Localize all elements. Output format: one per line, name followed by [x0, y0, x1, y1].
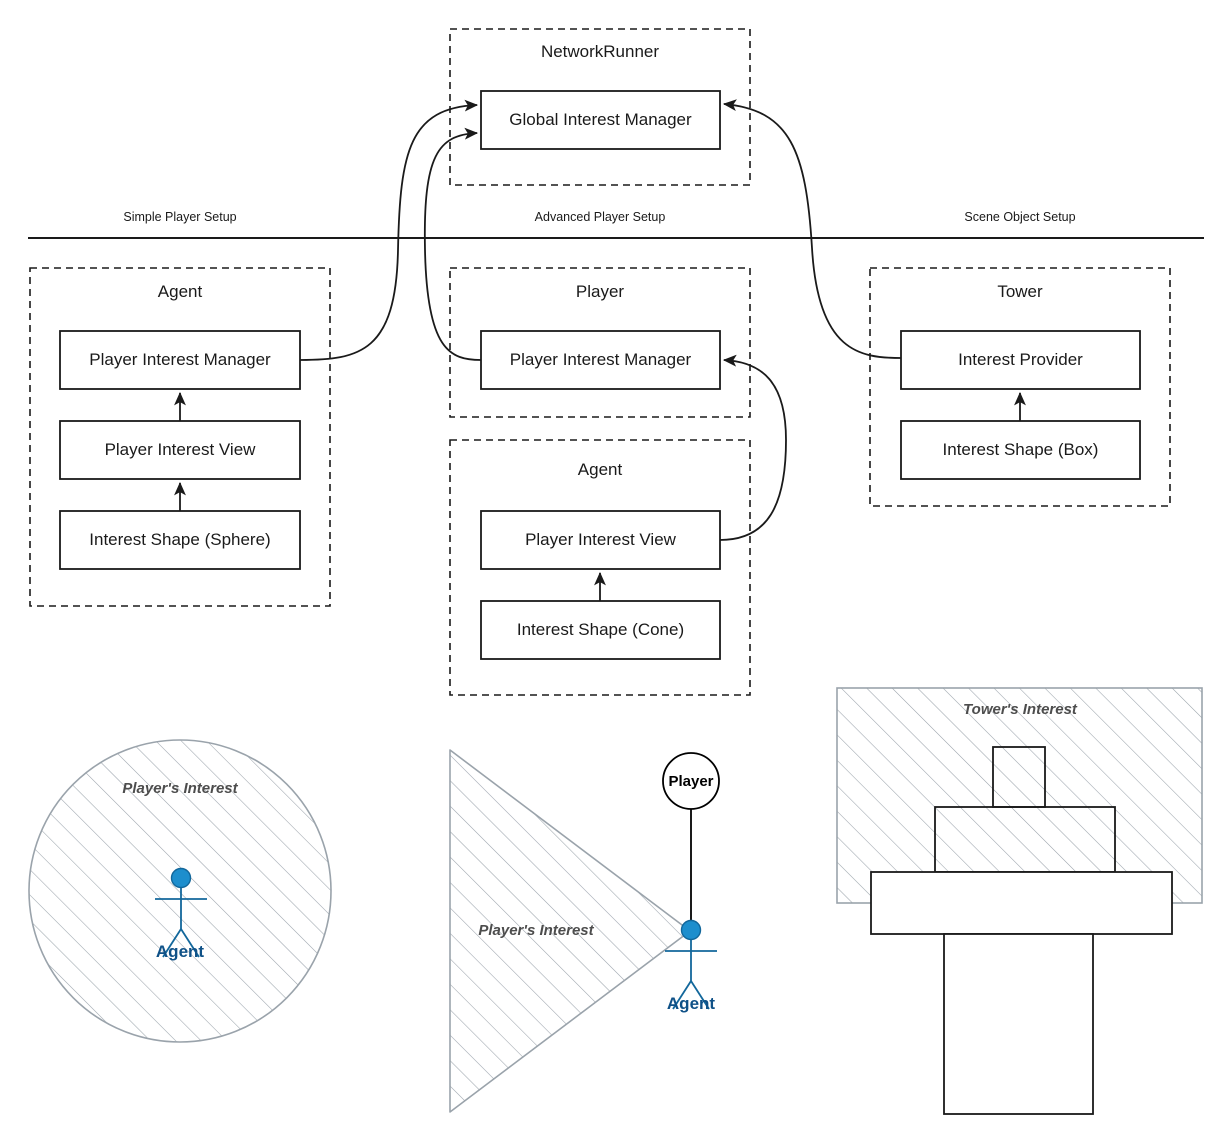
- box-simple-interest-shape[interactable]: [59, 510, 301, 570]
- tower-block-base[interactable]: [870, 871, 1173, 935]
- box-advanced-interest-shape[interactable]: [480, 600, 721, 660]
- section-label-simple-player-setup: Simple Player Setup: [123, 210, 237, 224]
- box-advanced-player-interest-manager[interactable]: [480, 330, 721, 390]
- diagram-canvas: Simple Player Setup Advanced Player Setu…: [0, 0, 1232, 1142]
- sphere-interest-label: Player's Interest: [122, 779, 238, 797]
- diagram-vector-layer: [28, 28, 1204, 1115]
- section-label-scene-object-setup: Scene Object Setup: [964, 210, 1076, 224]
- cone-interest-label: Player's Interest: [478, 921, 594, 939]
- group-title-advanced-player: Player: [575, 282, 625, 301]
- sphere-agent-label: Agent: [155, 942, 205, 961]
- illustration-tower: [836, 687, 1203, 1115]
- group-title-network-runner: NetworkRunner: [540, 42, 660, 61]
- group-title-tower: Tower: [997, 282, 1043, 301]
- box-interest-provider[interactable]: [900, 330, 1141, 390]
- box-global-interest-manager[interactable]: [480, 90, 721, 150]
- box-advanced-player-interest-view[interactable]: [480, 510, 721, 570]
- section-label-advanced-player-setup: Advanced Player Setup: [534, 210, 666, 224]
- tower-block-pillar[interactable]: [943, 933, 1094, 1115]
- box-simple-player-interest-manager[interactable]: [59, 330, 301, 390]
- tower-interest-label: Tower's Interest: [963, 700, 1077, 718]
- cone-agent-label: Agent: [666, 994, 716, 1013]
- group-title-advanced-agent: Agent: [577, 460, 623, 479]
- tower-interest-area: [836, 687, 1203, 904]
- box-simple-player-interest-view[interactable]: [59, 420, 301, 480]
- cone-player-label: Player: [668, 772, 714, 790]
- arrow-advanced-manager-to-global: [423, 127, 482, 361]
- arrow-advanced-view-to-manager: [719, 354, 787, 541]
- group-title-simple-agent: Agent: [157, 282, 203, 301]
- box-tower-interest-shape[interactable]: [900, 420, 1141, 480]
